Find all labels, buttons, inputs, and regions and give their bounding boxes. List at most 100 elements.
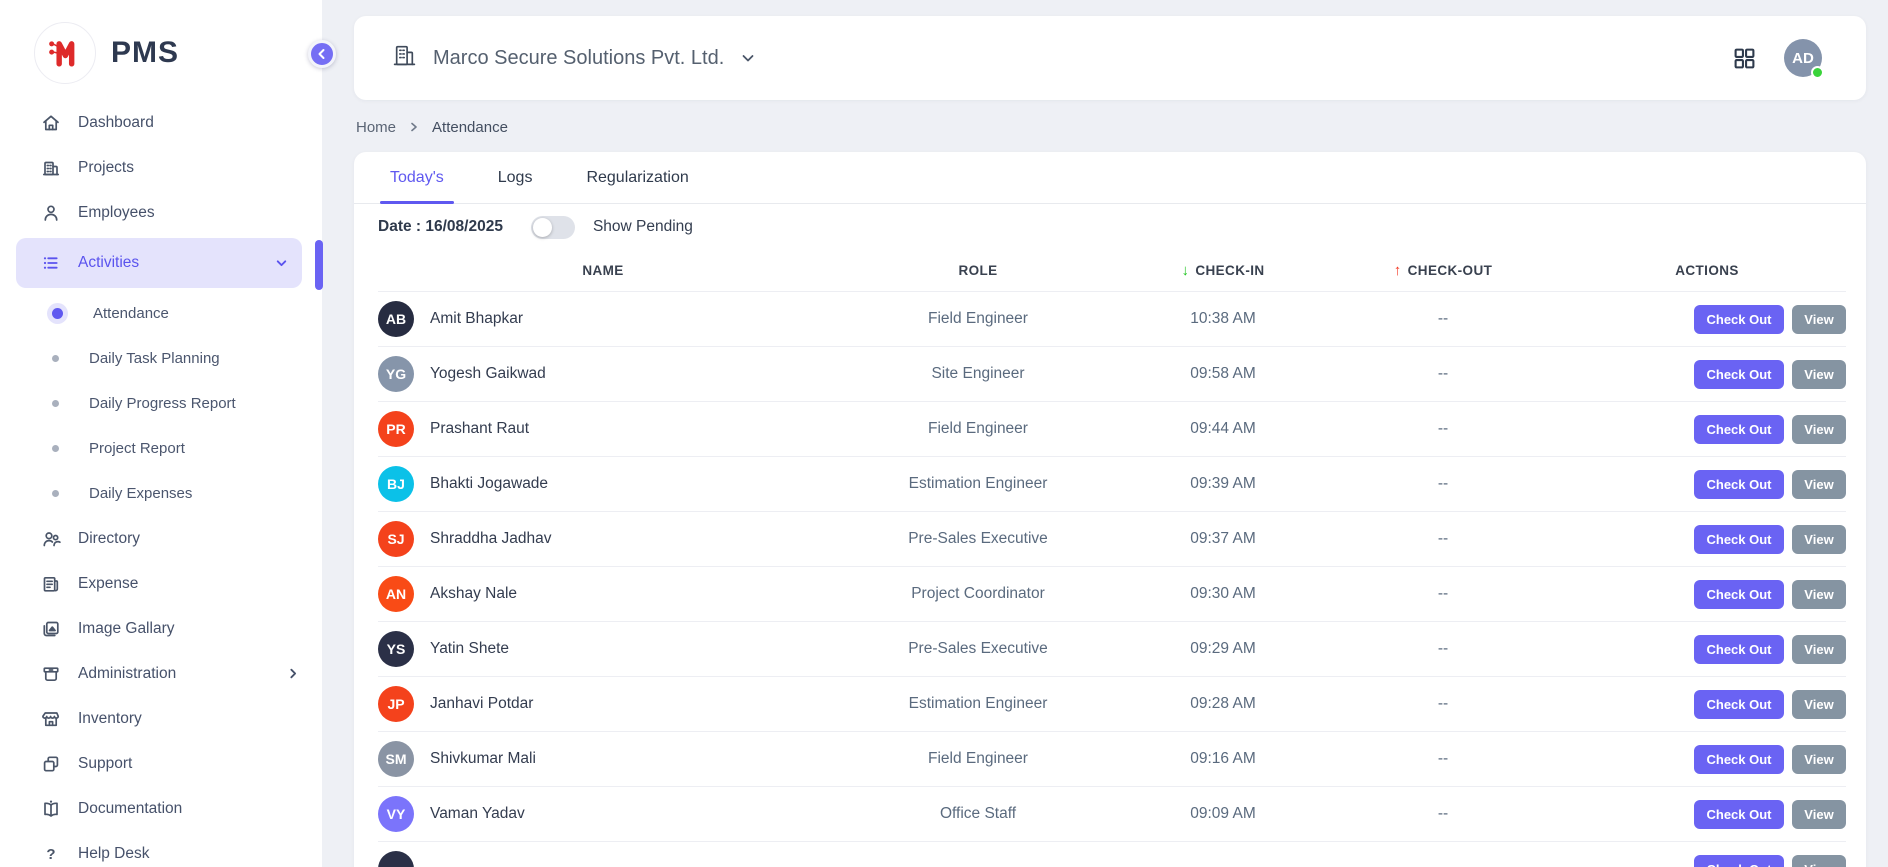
people-icon	[40, 528, 61, 549]
breadcrumb-current: Attendance	[432, 119, 508, 136]
sidebar-subitem-attendance[interactable]: Attendance	[0, 291, 322, 336]
gallery-icon	[40, 618, 61, 639]
check-out-time: --	[1318, 420, 1568, 438]
employee-role: Field Engineer	[828, 750, 1128, 768]
sidebar-item-directory[interactable]: Directory	[0, 516, 322, 561]
receipt-icon	[40, 573, 61, 594]
check-out-button[interactable]: Check Out	[1694, 855, 1784, 867]
chevron-right-icon	[408, 121, 420, 133]
apps-grid-icon[interactable]	[1733, 47, 1756, 70]
check-out-button[interactable]: Check Out	[1694, 360, 1784, 389]
show-pending-label: Show Pending	[593, 218, 693, 236]
employee-name: Amit Bhapkar	[430, 310, 523, 328]
bullet-dot-icon	[52, 490, 59, 497]
employee-role: Estimation Engineer	[828, 475, 1128, 493]
bullet-dot-icon	[52, 400, 59, 407]
check-out-button[interactable]: Check Out	[1694, 745, 1784, 774]
book-icon	[40, 798, 61, 819]
column-header-actions: ACTIONS	[1568, 263, 1846, 278]
tab-logs[interactable]: Logs	[488, 152, 543, 203]
sidebar-collapse-button[interactable]	[308, 40, 336, 68]
employee-name: Janhavi Potdar	[430, 695, 533, 713]
user-avatar[interactable]: AD	[1784, 39, 1822, 77]
sidebar-subitem-daily-expenses[interactable]: Daily Expenses	[0, 471, 322, 516]
sidebar-item-dashboard[interactable]: Dashboard	[0, 100, 322, 145]
check-out-button[interactable]: Check Out	[1694, 470, 1784, 499]
sidebar-item-documentation[interactable]: Documentation	[0, 786, 322, 831]
check-in-time: 10:38 AM	[1128, 310, 1318, 328]
sidebar-item-inventory[interactable]: Inventory	[0, 696, 322, 741]
view-button[interactable]: View	[1792, 745, 1846, 774]
employee-role: Field Engineer	[828, 310, 1128, 328]
chevron-down-icon	[275, 257, 288, 270]
employee-avatar: JP	[378, 686, 414, 722]
view-button[interactable]: View	[1792, 580, 1846, 609]
online-status-dot	[1811, 66, 1824, 79]
attendance-panel: Today's Logs Regularization Date : 16/08…	[354, 152, 1866, 867]
employee-role: Estimation Engineer	[828, 695, 1128, 713]
employee-role: Pre-Sales Executive	[828, 530, 1128, 548]
check-in-time: 09:30 AM	[1128, 585, 1318, 603]
employee-avatar: YG	[378, 356, 414, 392]
check-out-button[interactable]: Check Out	[1694, 580, 1784, 609]
check-out-button[interactable]: Check Out	[1694, 635, 1784, 664]
column-header-role[interactable]: ROLE	[828, 263, 1128, 278]
view-button[interactable]: View	[1792, 525, 1846, 554]
view-button[interactable]: View	[1792, 470, 1846, 499]
sidebar-item-activities[interactable]: Activities	[16, 238, 302, 288]
employee-name: Shraddha Jadhav	[430, 530, 552, 548]
view-button[interactable]: View	[1792, 360, 1846, 389]
sidebar-item-help-desk[interactable]: ? Help Desk	[0, 831, 322, 867]
employee-role: Site Engineer	[828, 365, 1128, 383]
breadcrumb-home[interactable]: Home	[356, 119, 396, 136]
table-body: AB Amit Bhapkar Field Engineer 10:38 AM …	[378, 292, 1846, 867]
chevron-left-icon	[316, 48, 328, 60]
sidebar-item-expense[interactable]: Expense	[0, 561, 322, 606]
question-mark-icon: ?	[40, 843, 61, 864]
view-button[interactable]: View	[1792, 305, 1846, 334]
chevron-down-icon	[740, 50, 756, 66]
sidebar-subitem-daily-task-planning[interactable]: Daily Task Planning	[0, 336, 322, 381]
view-button[interactable]: View	[1792, 635, 1846, 664]
employee-role: Office Staff	[828, 805, 1128, 823]
table-row: JP Janhavi Potdar Estimation Engineer 09…	[378, 677, 1846, 732]
employee-avatar	[378, 851, 414, 867]
sort-up-arrow-icon: ↑	[1394, 262, 1402, 279]
view-button[interactable]: View	[1792, 855, 1846, 867]
sidebar-subitem-daily-progress-report[interactable]: Daily Progress Report	[0, 381, 322, 426]
column-header-checkout[interactable]: ↑ CHECK-OUT	[1318, 262, 1568, 279]
check-out-button[interactable]: Check Out	[1694, 305, 1784, 334]
sidebar-item-support[interactable]: Support	[0, 741, 322, 786]
home-icon	[40, 112, 61, 133]
employee-role: Pre-Sales Executive	[828, 640, 1128, 658]
employee-avatar: SJ	[378, 521, 414, 557]
tab-todays[interactable]: Today's	[380, 152, 454, 203]
employee-avatar: BJ	[378, 466, 414, 502]
check-out-button[interactable]: Check Out	[1694, 525, 1784, 554]
view-button[interactable]: View	[1792, 690, 1846, 719]
column-header-name[interactable]: NAME	[378, 263, 828, 278]
sidebar-item-image-gallary[interactable]: Image Gallary	[0, 606, 322, 651]
sidebar-item-administration[interactable]: Administration	[0, 651, 322, 696]
check-out-time: --	[1318, 695, 1568, 713]
check-out-time: --	[1318, 530, 1568, 548]
sidebar: PMS Dashboard Projects Employees Activit…	[0, 0, 322, 867]
check-out-button[interactable]: Check Out	[1694, 415, 1784, 444]
building-icon	[40, 157, 61, 178]
employee-avatar: VY	[378, 796, 414, 832]
company-selector[interactable]: Marco Secure Solutions Pvt. Ltd.	[392, 43, 756, 73]
sidebar-item-projects[interactable]: Projects	[0, 145, 322, 190]
list-icon	[40, 253, 61, 274]
check-out-button[interactable]: Check Out	[1694, 690, 1784, 719]
app-title: PMS	[111, 36, 179, 70]
tab-regularization[interactable]: Regularization	[576, 152, 698, 203]
column-header-checkin[interactable]: ↓ CHECK-IN	[1128, 262, 1318, 279]
sidebar-subitem-project-report[interactable]: Project Report	[0, 426, 322, 471]
show-pending-toggle[interactable]	[531, 216, 575, 239]
view-button[interactable]: View	[1792, 415, 1846, 444]
view-button[interactable]: View	[1792, 800, 1846, 829]
check-out-button[interactable]: Check Out	[1694, 800, 1784, 829]
sidebar-item-employees[interactable]: Employees	[0, 190, 322, 235]
employee-name: Shivkumar Mali	[430, 750, 536, 768]
attendance-table: NAME ROLE ↓ CHECK-IN ↑ CHECK-OUT ACTIONS…	[354, 250, 1866, 867]
